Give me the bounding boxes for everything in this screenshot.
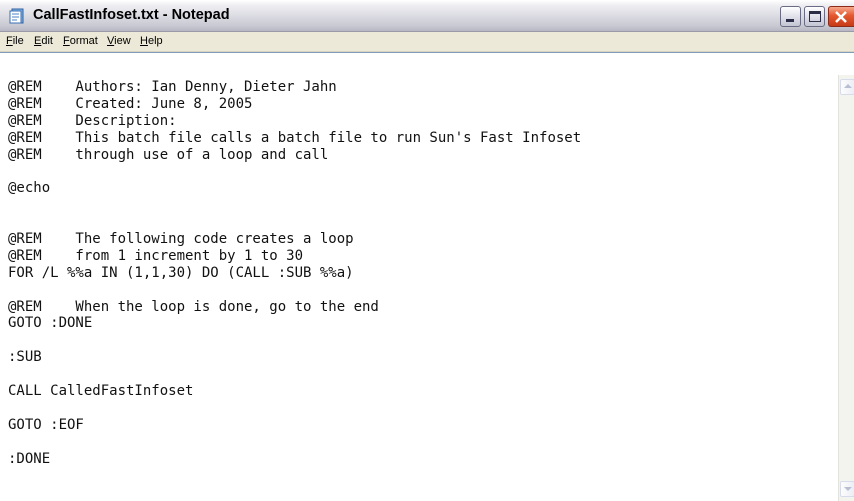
text-line: @echo [8, 180, 51, 197]
notepad-window: CallFastInfoset.txt - Notepad File Edit … [0, 0, 854, 501]
text-line: @REM When the loop is done, go to the en… [8, 298, 379, 315]
text-line: CALL CalledFastInfoset [8, 383, 194, 400]
maximize-button[interactable] [804, 6, 825, 27]
minimize-icon [786, 19, 794, 22]
title-bar[interactable]: CallFastInfoset.txt - Notepad [0, 0, 854, 32]
text-line: @REM through use of a loop and call [8, 146, 329, 163]
close-button[interactable] [828, 6, 854, 27]
scroll-up-button[interactable] [840, 79, 854, 95]
maximize-icon [809, 11, 821, 22]
text-line: GOTO :DONE [8, 315, 93, 332]
text-line: FOR /L %%a IN (1,1,30) DO (CALL :SUB %%a… [8, 264, 354, 281]
text-line [8, 282, 834, 299]
menu-file[interactable]: File [6, 35, 24, 47]
text-line: :DONE [8, 450, 51, 467]
text-line: :SUB [8, 349, 42, 366]
vertical-scrollbar[interactable] [838, 75, 854, 501]
text-line: @REM This batch file calls a batch file … [8, 129, 582, 146]
scroll-down-button[interactable] [840, 481, 854, 497]
text-line: @REM Description: [8, 112, 177, 129]
text-line [8, 332, 834, 349]
text-line: @REM The following code creates a loop [8, 231, 354, 248]
menu-bar: File Edit Format View Help [0, 32, 854, 52]
menu-format[interactable]: Format [63, 35, 98, 47]
text-line: @REM Authors: Ian Denny, Dieter Jahn [8, 79, 337, 95]
text-line: @REM Created: June 8, 2005 [8, 95, 253, 112]
text-line: @REM from 1 increment by 1 to 30 [8, 247, 304, 264]
arrow-up-icon [844, 84, 852, 88]
text-line [8, 366, 834, 383]
arrow-down-icon [844, 487, 852, 491]
editor-text[interactable]: @REM Authors: Ian Denny, Dieter Jahn @REM… [8, 79, 834, 501]
close-icon [835, 11, 847, 23]
menu-view[interactable]: View [107, 35, 131, 47]
minimize-button[interactable] [780, 6, 801, 27]
menu-help[interactable]: Help [140, 35, 163, 47]
window-title: CallFastInfoset.txt - Notepad [33, 7, 230, 23]
text-line [8, 163, 834, 180]
text-line [8, 400, 834, 417]
notepad-icon [9, 8, 25, 24]
text-line [8, 214, 834, 231]
menu-edit[interactable]: Edit [34, 35, 53, 47]
text-line [8, 197, 834, 214]
text-line [8, 434, 834, 451]
text-line: GOTO :EOF [8, 416, 84, 433]
